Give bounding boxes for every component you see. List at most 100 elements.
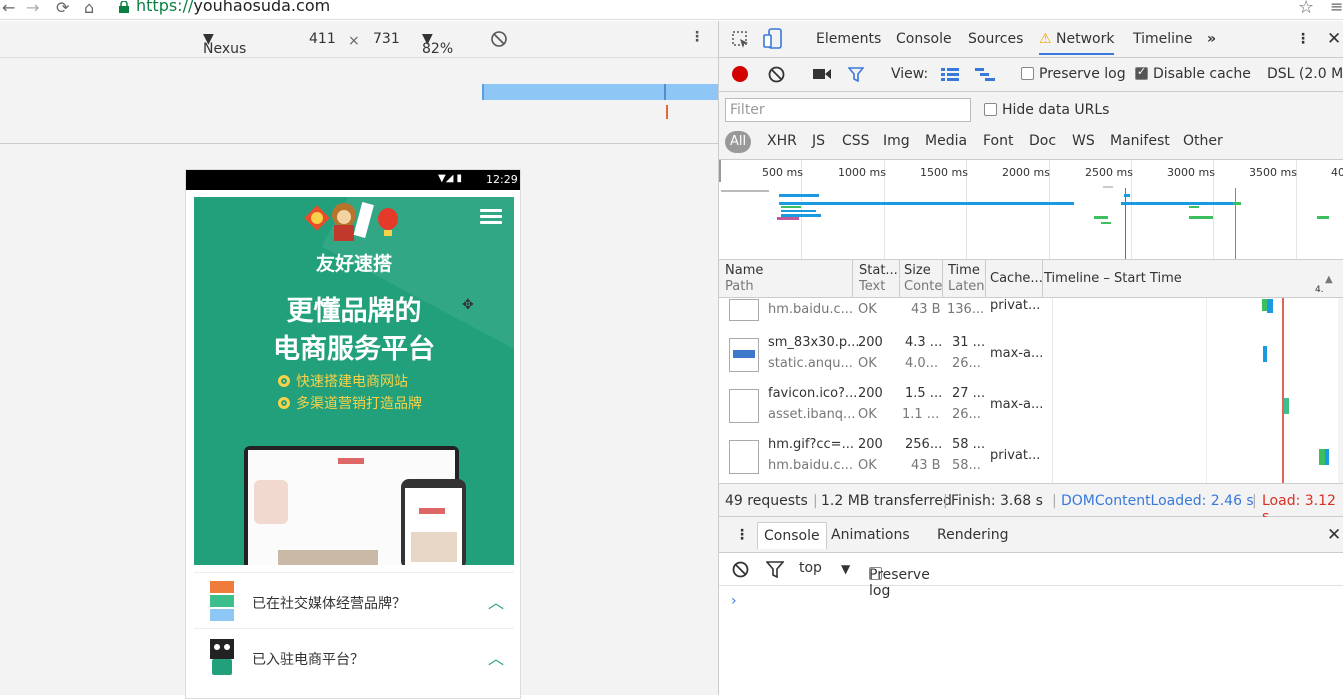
inspect-element-icon[interactable] (731, 30, 751, 50)
column-cache[interactable]: Cache... (990, 271, 1043, 287)
tab-network[interactable]: ⚠ Network (1039, 31, 1115, 55)
filter-type-js[interactable]: JS (812, 133, 825, 149)
context-select[interactable]: top (799, 560, 822, 576)
column-latency-label: Laten (948, 279, 985, 294)
filter-type-ws[interactable]: WS (1072, 133, 1095, 149)
context-dropdown-icon[interactable]: ▼ (841, 562, 850, 576)
request-latency: 26... (952, 407, 981, 422)
filter-type-img[interactable]: Img (883, 133, 910, 149)
tab-timeline[interactable]: Timeline (1133, 31, 1193, 47)
move-cursor-icon: ✥ (462, 297, 474, 313)
throttle-select[interactable]: DSL (2.0 Mb (1267, 66, 1343, 82)
bullet-1: 快速搭建电商网站 (278, 371, 408, 391)
filter-type-xhr[interactable]: XHR (767, 133, 797, 149)
filter-type-other[interactable]: Other (1183, 133, 1223, 149)
drawer-tab-console[interactable]: Console (757, 522, 827, 549)
request-content-size: 43 B (911, 302, 941, 317)
overview-handle[interactable] (719, 160, 721, 182)
table-row[interactable]: hm.gif?cc=... hm.baidu.c... 200 OK 256..… (719, 433, 1343, 483)
chevron-up-icon[interactable]: ︿ (488, 589, 504, 613)
column-time[interactable]: Time Laten (948, 263, 985, 295)
zoom-select[interactable]: 82% ▼ (422, 31, 453, 57)
column-time-label: Time (948, 263, 980, 278)
filter-type-doc[interactable]: Doc (1029, 133, 1056, 149)
forward-icon[interactable]: → (26, 0, 39, 17)
filter-type-font[interactable]: Font (983, 133, 1013, 149)
column-name[interactable]: Name Path (725, 263, 763, 295)
chevron-up-icon[interactable]: ︿ (488, 645, 504, 669)
tick-4000: 40 (1331, 166, 1343, 179)
table-row[interactable]: favicon.ico?... asset.ibanq... 200 OK 1.… (719, 382, 1343, 433)
drawer-tab-rendering[interactable]: Rendering (937, 527, 1009, 543)
console-prompt[interactable]: › (731, 593, 737, 609)
close-devtools-icon[interactable]: ✕ (1327, 29, 1341, 49)
large-rows-icon[interactable] (941, 68, 959, 81)
request-path: hm.baidu.c... (768, 302, 854, 317)
table-row[interactable]: sm_83x30.p... static.anqu... 200 OK 4.3 … (719, 331, 1343, 382)
hide-data-urls-checkbox[interactable]: Hide data URLs (984, 102, 1109, 118)
filter-icon[interactable] (848, 67, 864, 82)
faq-item-social[interactable]: 已在社交媒体经营品牌？ ︿ (194, 572, 514, 628)
faq-item-ecommerce[interactable]: 已入驻电商平台？ ︿ (194, 628, 514, 684)
clear-console-icon[interactable] (732, 561, 749, 578)
preserve-log-checkbox[interactable]: Preserve log (1021, 66, 1126, 82)
rotate-icon[interactable] (490, 30, 508, 48)
bookmark-star-icon[interactable]: ☆ (1298, 0, 1314, 18)
devtools-menu-icon[interactable]: ⋮ (1296, 31, 1310, 47)
drawer-tab-animations[interactable]: Animations (831, 527, 910, 543)
filter-type-all[interactable]: All (725, 131, 751, 153)
request-bar (779, 194, 819, 197)
ruler-marker (666, 105, 668, 119)
clear-icon[interactable] (768, 66, 785, 83)
filter-type-manifest[interactable]: Manifest (1110, 133, 1170, 149)
device-select[interactable]: Nexus 5X ▼ (203, 31, 246, 73)
hamburger-menu-icon[interactable] (480, 209, 502, 225)
tab-console[interactable]: Console (896, 31, 952, 47)
device-mode-icon[interactable] (763, 28, 785, 50)
lock-icon (119, 1, 129, 13)
device-height-input[interactable]: 731 (373, 31, 400, 47)
device-more-icon[interactable]: ⋮ (690, 29, 704, 45)
column-timeline[interactable]: Timeline – Start Time (1044, 271, 1182, 287)
disable-cache-checkbox[interactable]: Disable cache (1135, 65, 1251, 82)
media-query-range[interactable] (482, 84, 718, 100)
summary-transferred: 1.2 MB transferred (821, 493, 952, 509)
request-status: 200 (858, 386, 883, 401)
request-cache: max-a... (990, 397, 1044, 412)
table-scrollbar[interactable] (1338, 298, 1343, 483)
tick-3500: 3500 ms (1249, 166, 1297, 179)
filter-input[interactable]: Filter (725, 98, 971, 122)
table-row[interactable]: hm.baidu.c... OK 43 B 136... privat... (719, 298, 1343, 328)
filter-type-css[interactable]: CSS (842, 133, 870, 149)
record-icon[interactable] (732, 66, 748, 82)
capture-screenshots-icon[interactable] (813, 68, 831, 80)
browser-menu-icon[interactable]: ≡ (1330, 0, 1343, 16)
tab-sources[interactable]: Sources (968, 31, 1023, 47)
tick-500: 500 ms (762, 166, 803, 179)
column-size[interactable]: Size Conte (904, 263, 942, 295)
more-tabs-icon[interactable]: » (1207, 31, 1216, 47)
column-status[interactable]: Stat... Text (859, 263, 898, 295)
column-name-label: Name (725, 263, 764, 278)
url-field[interactable]: https://youhaosuda.com (136, 0, 330, 15)
drawer-menu-icon[interactable]: ⋮ (735, 527, 749, 543)
network-overview[interactable]: 500 ms 1000 ms 1500 ms 2000 ms 2500 ms 3… (719, 160, 1343, 260)
column-divider (942, 260, 943, 298)
close-drawer-icon[interactable]: ✕ (1327, 525, 1341, 545)
device-width-input[interactable]: 411 (309, 31, 336, 47)
site-logo: 友好速搭 (315, 253, 392, 275)
console-filter-icon[interactable] (766, 561, 784, 578)
dimension-separator: × (348, 33, 360, 49)
back-icon[interactable]: ← (2, 0, 15, 17)
request-table-body: hm.baidu.c... OK 43 B 136... privat... s… (719, 298, 1343, 483)
reload-icon[interactable]: ⟳ (56, 0, 69, 17)
waterfall-view-icon[interactable] (975, 68, 995, 81)
column-divider (852, 260, 853, 298)
tab-elements[interactable]: Elements (816, 31, 881, 47)
sort-ascending-icon[interactable]: ▲ (1325, 272, 1333, 288)
dom-content-loaded-line (1125, 188, 1126, 259)
home-icon[interactable]: ⌂ (84, 0, 94, 17)
column-size-label: Size (904, 263, 931, 278)
request-name: sm_83x30.p... (768, 335, 860, 350)
filter-type-media[interactable]: Media (925, 133, 967, 149)
